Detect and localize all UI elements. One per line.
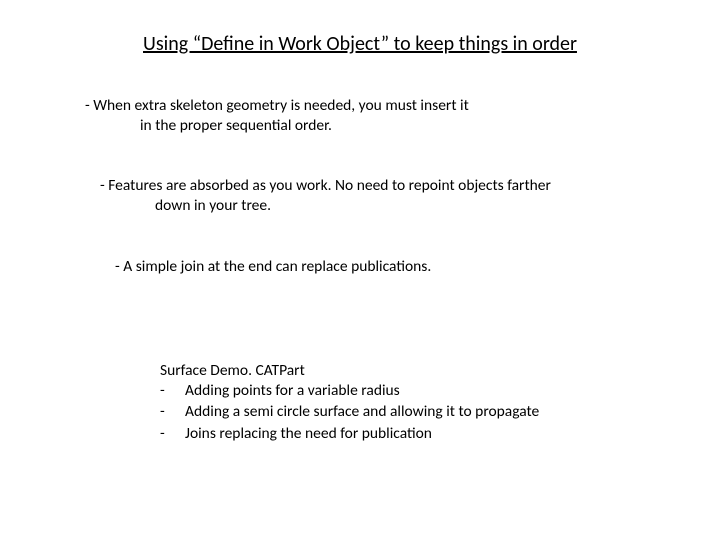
sub-bullet-item: - Adding a semi circle surface and allow… [160, 401, 720, 423]
bullet-dash: - [160, 423, 185, 445]
bullet-point-2: - Features are absorbed as you work. No … [100, 176, 720, 216]
sub-bullet-text: Adding points for a variable radius [185, 380, 400, 402]
sub-bullet-list: - Adding points for a variable radius - … [160, 380, 720, 445]
bullet-point-1: - When extra skeleton geometry is needed… [85, 96, 720, 136]
bullet-1-line-2: in the proper sequential order. [140, 116, 720, 136]
section-heading: Surface Demo. CATPart [160, 361, 720, 380]
sub-bullet-text: Adding a semi circle surface and allowin… [185, 401, 539, 423]
slide-title: Using “Define in Work Object” to keep th… [0, 0, 720, 56]
bullet-2-line-1: - Features are absorbed as you work. No … [100, 176, 551, 195]
bullet-1-line-1: - When extra skeleton geometry is needed… [85, 96, 469, 115]
sub-bullet-item: - Adding points for a variable radius [160, 380, 720, 402]
sub-bullet-item: - Joins replacing the need for publicati… [160, 423, 720, 445]
bullet-2-line-2: down in your tree. [155, 196, 720, 216]
bullet-dash: - [160, 380, 185, 402]
sub-bullet-text: Joins replacing the need for publication [185, 423, 432, 445]
bullet-point-3: - A simple join at the end can replace p… [115, 257, 720, 276]
bullet-dash: - [160, 401, 185, 423]
